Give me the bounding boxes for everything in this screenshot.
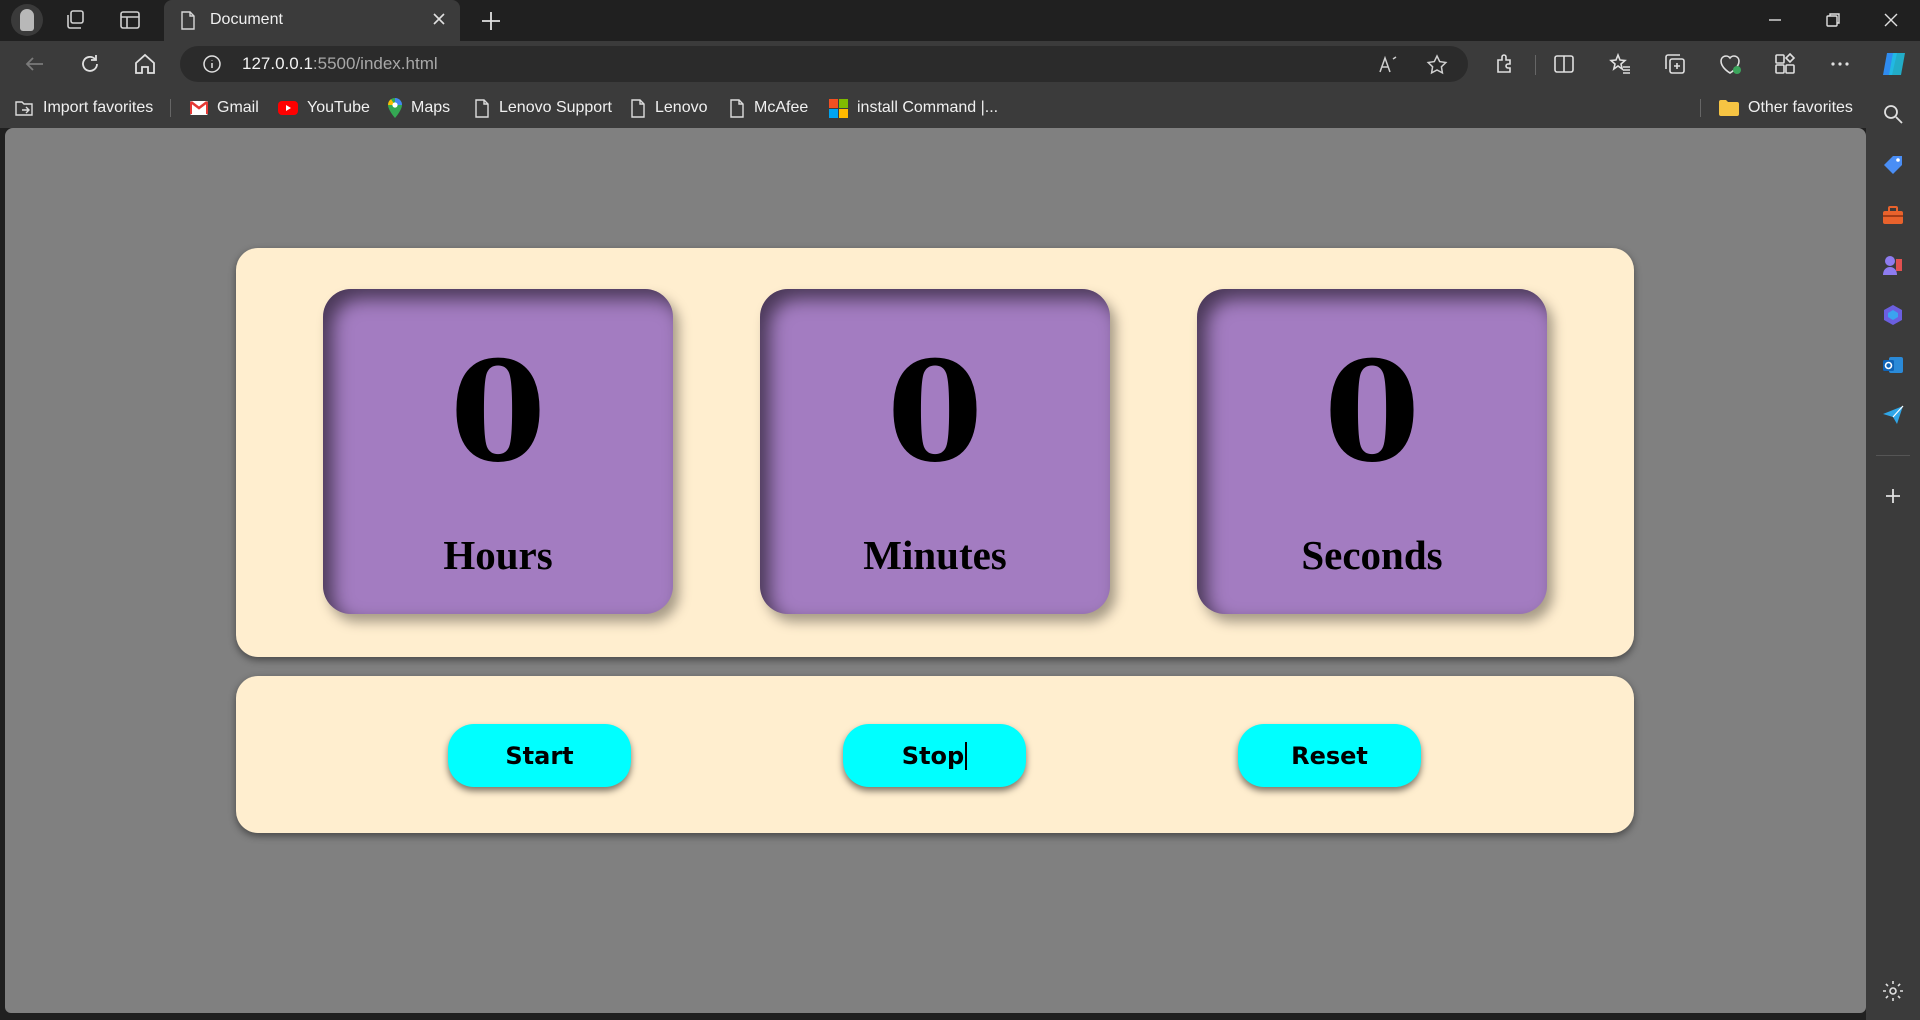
title-bar: Document	[0, 0, 1920, 41]
bookmark-label: Other favorites	[1748, 99, 1853, 116]
bookmark-label: Lenovo	[655, 99, 708, 116]
seconds-value: 0	[1323, 330, 1421, 493]
bookmarks-divider	[170, 99, 171, 117]
home-icon[interactable]	[132, 51, 158, 77]
games-icon[interactable]	[1881, 253, 1905, 277]
bookmark-gmail[interactable]: Gmail	[190, 97, 259, 119]
page-icon	[631, 98, 645, 118]
address-bar[interactable]: 127.0.0.1:5500/index.html	[180, 46, 1468, 82]
split-screen-icon[interactable]	[1551, 51, 1577, 77]
collections-icon[interactable]	[1662, 51, 1688, 77]
hours-label: Hours	[443, 532, 553, 578]
bookmark-lenovo[interactable]: Lenovo	[630, 97, 708, 119]
tab-title: Document	[210, 11, 283, 28]
url-host: 127.0.0.1	[242, 54, 313, 73]
settings-gear-icon[interactable]	[1881, 979, 1905, 1003]
add-icon[interactable]	[1881, 484, 1905, 508]
back-icon[interactable]	[22, 51, 48, 77]
minimize-icon[interactable]	[1764, 9, 1786, 31]
microsoft-365-icon[interactable]	[1881, 303, 1905, 327]
tab-document[interactable]: Document	[164, 0, 460, 41]
youtube-icon	[278, 101, 298, 115]
bookmark-label: Import favorites	[43, 99, 154, 116]
page-icon	[475, 98, 489, 118]
text-cursor	[965, 741, 968, 770]
close-tab-icon[interactable]	[430, 10, 448, 28]
navigation-bar: 127.0.0.1:5500/index.html	[0, 41, 1920, 87]
maps-icon	[388, 98, 402, 118]
gmail-icon	[190, 101, 208, 115]
bookmark-label: McAfee	[754, 99, 809, 116]
bookmark-import-favorites[interactable]: Import favorites	[14, 97, 153, 119]
stop-button[interactable]: Stop	[843, 724, 1026, 787]
browser-essentials-icon[interactable]	[1717, 51, 1743, 77]
page-icon	[181, 11, 195, 30]
extensions-icon[interactable]	[1492, 51, 1518, 77]
site-info-icon[interactable]	[202, 54, 222, 74]
microsoft-icon	[829, 98, 848, 118]
seconds-label: Seconds	[1301, 532, 1443, 578]
bookmark-mcafee[interactable]: McAfee	[729, 97, 808, 119]
favorite-star-icon[interactable]	[1425, 53, 1449, 77]
bookmark-install-command[interactable]: install Command |...	[829, 97, 998, 119]
workspaces-icon[interactable]	[64, 8, 88, 32]
bookmark-label: YouTube	[307, 99, 370, 116]
minutes-card: 0 Minutes	[760, 289, 1110, 614]
more-options-icon[interactable]	[1827, 51, 1853, 77]
start-button-label: Start	[505, 741, 574, 770]
apps-icon[interactable]	[1772, 51, 1798, 77]
reset-button-label: Reset	[1291, 741, 1368, 770]
outlook-icon[interactable]	[1881, 353, 1905, 377]
vertical-tabs-icon[interactable]	[118, 8, 142, 32]
hours-card: 0 Hours	[323, 289, 673, 614]
bookmark-label: Lenovo Support	[499, 99, 612, 116]
tools-icon[interactable]	[1881, 203, 1905, 227]
bookmarks-divider	[1700, 99, 1701, 117]
start-button[interactable]: Start	[448, 724, 631, 787]
controls-panel: Start Stop Reset	[236, 676, 1634, 833]
bookmark-label: Gmail	[217, 99, 259, 116]
edge-sidebar	[1866, 87, 1920, 1020]
bookmark-maps[interactable]: Maps	[388, 97, 450, 119]
copilot-icon[interactable]	[1879, 49, 1909, 79]
search-icon[interactable]	[1881, 102, 1905, 126]
minutes-value: 0	[886, 330, 984, 493]
bookmark-lenovo-support[interactable]: Lenovo Support	[474, 97, 612, 119]
page-icon	[730, 98, 744, 118]
shopping-tag-icon[interactable]	[1881, 153, 1905, 177]
url-path: :5500/index.html	[312, 54, 438, 73]
url-text[interactable]: 127.0.0.1:5500/index.html	[242, 54, 438, 74]
profile-avatar[interactable]	[11, 4, 43, 36]
import-icon	[15, 101, 33, 116]
stop-button-label: Stop	[901, 741, 965, 770]
timer-display-panel: 0 Hours 0 Minutes 0 Seconds	[236, 248, 1634, 657]
bookmarks-bar: Import favorites Gmail YouTube Maps Leno…	[0, 87, 1920, 128]
favorites-icon[interactable]	[1607, 51, 1633, 77]
toolbar-divider	[1535, 55, 1536, 75]
reset-button[interactable]: Reset	[1238, 724, 1421, 787]
close-window-icon[interactable]	[1880, 9, 1902, 31]
minutes-label: Minutes	[863, 532, 1007, 578]
refresh-icon[interactable]	[77, 51, 103, 77]
restore-icon[interactable]	[1822, 9, 1844, 31]
seconds-card: 0 Seconds	[1197, 289, 1547, 614]
bookmark-label: Maps	[411, 99, 451, 116]
sidebar-divider	[1876, 455, 1910, 456]
bookmark-label: install Command |...	[857, 99, 999, 116]
bookmark-other-favorites[interactable]: Other favorites	[1719, 97, 1853, 119]
read-aloud-icon[interactable]	[1376, 53, 1400, 77]
bookmark-youtube[interactable]: YouTube	[278, 97, 370, 119]
folder-icon	[1719, 100, 1739, 116]
page-viewport: 0 Hours 0 Minutes 0 Seconds Start Stop R…	[5, 128, 1866, 1013]
hours-value: 0	[449, 330, 547, 493]
new-tab-icon[interactable]	[478, 8, 504, 34]
send-icon[interactable]	[1881, 403, 1905, 427]
